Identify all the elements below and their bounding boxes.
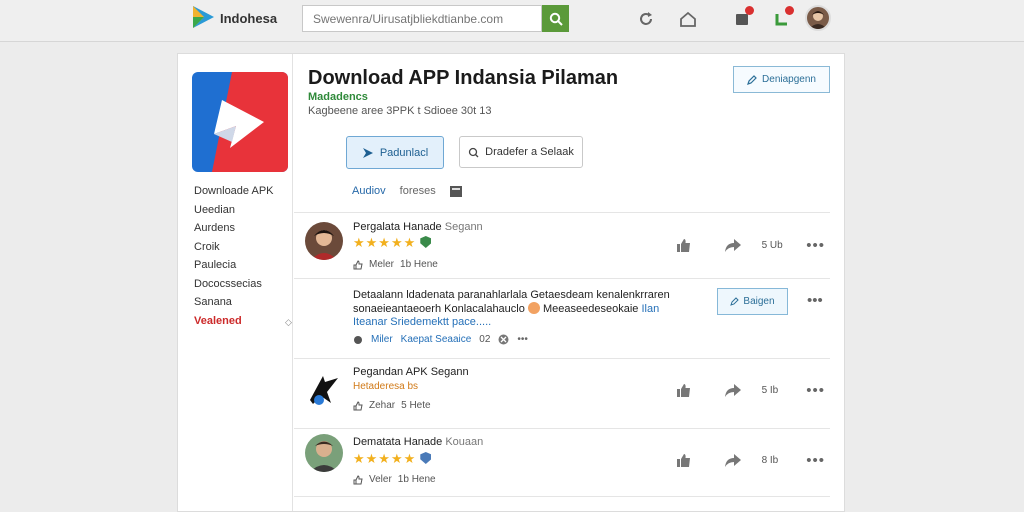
main-content: Download APP Indansia Pilaman Madadencs … bbox=[294, 54, 846, 511]
reviewer-avatar[interactable] bbox=[305, 370, 343, 408]
thumbs-up-icon[interactable] bbox=[675, 453, 693, 469]
review-meta-a: Meler bbox=[369, 259, 395, 270]
brand-name[interactable]: Indohesa bbox=[220, 11, 277, 26]
review-actions: 5 Ib ••• bbox=[675, 382, 825, 399]
link-kaepat-seaaice[interactable]: Kaepat Seaaice bbox=[401, 334, 472, 345]
link-miler[interactable]: Miler bbox=[371, 334, 393, 345]
like-outline-icon[interactable] bbox=[353, 474, 363, 485]
app-meta: Kagbeene aree 3PPK t Sdioee 30t 13 bbox=[308, 105, 492, 117]
messages-badge bbox=[785, 6, 794, 15]
verified-badge-icon bbox=[420, 236, 432, 248]
sidebar-item-sanana[interactable]: Sanana bbox=[194, 293, 274, 312]
sidebar-item-aurdens[interactable]: Aurdens bbox=[194, 219, 274, 238]
review-reply-item: Detaalann ldadenata paranahlarlala Getae… bbox=[294, 278, 830, 358]
more-options-icon[interactable]: ••• bbox=[807, 292, 823, 309]
search-circle-icon bbox=[469, 147, 479, 157]
reply-icon[interactable] bbox=[353, 335, 363, 345]
star-rating: ★★★★★ bbox=[353, 451, 432, 467]
reviewer-name: Dematata Hanade Kouaan bbox=[353, 436, 484, 448]
user-avatar[interactable] bbox=[805, 5, 831, 31]
refresh-icon[interactable] bbox=[636, 9, 656, 29]
reviewer-subtitle: Hetaderesa bs bbox=[353, 381, 419, 392]
pencil-icon bbox=[730, 297, 740, 306]
page-title: Download APP Indansia Pilaman bbox=[308, 67, 619, 89]
grid-icon[interactable] bbox=[449, 185, 462, 197]
reply-links: Miler Kaepat Seaaice 02 ••• bbox=[353, 334, 528, 345]
brand-logo[interactable] bbox=[190, 4, 216, 30]
more-options-icon[interactable]: ••• bbox=[806, 237, 825, 254]
reply-button[interactable]: Baigen bbox=[717, 288, 788, 315]
reviewer-name: Pergalata Hanade Segann bbox=[353, 221, 483, 233]
tab-audiov[interactable]: Audiov bbox=[352, 185, 386, 197]
more-options-icon[interactable]: ••• bbox=[806, 452, 825, 469]
sidebar-item-dococssecias[interactable]: Dococssecias bbox=[194, 275, 274, 294]
sidebar-item-croik[interactable]: Croik bbox=[194, 238, 274, 257]
more-options-icon[interactable]: ••• bbox=[517, 334, 528, 345]
review-item: Pegandan APK Segann Hetaderesa bs Zehar … bbox=[294, 358, 830, 428]
download-button[interactable]: Padunlacl bbox=[346, 136, 444, 169]
like-outline-icon[interactable] bbox=[353, 400, 363, 411]
sidebar: Downloade APK Ueedian Aurdens Croik Paul… bbox=[178, 54, 293, 511]
reviewer-avatar[interactable] bbox=[305, 434, 343, 472]
reviewer-name: Pegandan APK Segann bbox=[353, 366, 469, 378]
tab-foreses[interactable]: foreses bbox=[400, 185, 436, 197]
search-icon bbox=[549, 12, 563, 26]
download-button-label: Padunlacl bbox=[379, 146, 429, 159]
review-tabs: Audiov foreses bbox=[352, 185, 462, 197]
review-item: Pergalata Hanade Segann ★★★★★ Meler 1b H… bbox=[294, 212, 830, 278]
like-outline-icon[interactable] bbox=[353, 259, 363, 270]
review-meta: Meler 1b Hene bbox=[353, 259, 438, 270]
search-input[interactable] bbox=[302, 5, 542, 32]
review-meta: Zehar 5 Hete bbox=[353, 400, 431, 411]
verified-badge-icon bbox=[420, 452, 432, 464]
reviewer-avatar[interactable] bbox=[305, 222, 343, 260]
play-icon bbox=[362, 147, 373, 158]
developer-link[interactable]: Madadencs bbox=[308, 91, 368, 103]
sidebar-item-paulecia[interactable]: Paulecia bbox=[194, 256, 274, 275]
thumbs-up-icon[interactable] bbox=[675, 238, 693, 254]
review-meta-a: Veler bbox=[369, 474, 392, 485]
sidebar-expand-icon[interactable]: ◇ bbox=[285, 317, 292, 328]
follow-button[interactable]: Deniapgenn bbox=[733, 66, 830, 93]
emoji-icon bbox=[527, 302, 540, 314]
edit-icon bbox=[747, 74, 757, 85]
divider bbox=[294, 496, 830, 497]
close-icon[interactable] bbox=[498, 334, 509, 345]
top-bar: Indohesa bbox=[0, 0, 1024, 42]
star-rating: ★★★★★ bbox=[353, 235, 432, 251]
messages-icon[interactable] bbox=[772, 6, 794, 29]
link-count: 02 bbox=[479, 334, 491, 345]
more-options-icon[interactable]: ••• bbox=[806, 382, 825, 399]
review-meta: Veler 1b Hene bbox=[353, 474, 436, 485]
review-meta-b: 1b Hene bbox=[400, 259, 438, 270]
review-text: Detaalann ldadenata paranahlarlala Getae… bbox=[353, 289, 670, 328]
review-meta-a: Zehar bbox=[369, 400, 396, 411]
sidebar-item-ueedian[interactable]: Ueedian bbox=[194, 201, 274, 220]
search-button[interactable] bbox=[542, 5, 569, 32]
sidebar-item-vealened[interactable]: Vealened bbox=[194, 312, 274, 331]
share-icon[interactable] bbox=[724, 238, 742, 254]
notifications-icon[interactable] bbox=[732, 6, 754, 29]
review-actions: 8 Ib ••• bbox=[675, 452, 825, 469]
secondary-action-label: Dradefer a Selaak bbox=[485, 146, 574, 158]
reply-button-label: Baigen bbox=[743, 296, 775, 307]
review-item: Dematata Hanade Kouaan ★★★★★ Veler 1b He… bbox=[294, 428, 830, 496]
review-meta-b: 5 Hete bbox=[401, 400, 431, 411]
app-detail-panel: Downloade APK Ueedian Aurdens Croik Paul… bbox=[177, 53, 845, 512]
notification-badge bbox=[745, 6, 754, 15]
review-actions: 5 Ub ••• bbox=[675, 237, 825, 254]
review-count: 5 Ub bbox=[761, 240, 783, 251]
thumbs-up-icon[interactable] bbox=[675, 383, 693, 399]
home-icon[interactable] bbox=[678, 9, 698, 29]
sidebar-menu: Downloade APK Ueedian Aurdens Croik Paul… bbox=[194, 182, 274, 330]
follow-button-label: Deniapgenn bbox=[762, 74, 816, 85]
review-count: 5 Ib bbox=[761, 385, 779, 396]
sidebar-item-downloade-apk[interactable]: Downloade APK bbox=[194, 182, 274, 201]
share-icon[interactable] bbox=[724, 453, 742, 469]
share-icon[interactable] bbox=[724, 383, 742, 399]
secondary-action-button[interactable]: Dradefer a Selaak bbox=[459, 136, 583, 168]
app-icon[interactable] bbox=[192, 72, 288, 172]
review-count: 8 Ib bbox=[761, 455, 779, 466]
review-meta-b: 1b Hene bbox=[397, 474, 436, 485]
